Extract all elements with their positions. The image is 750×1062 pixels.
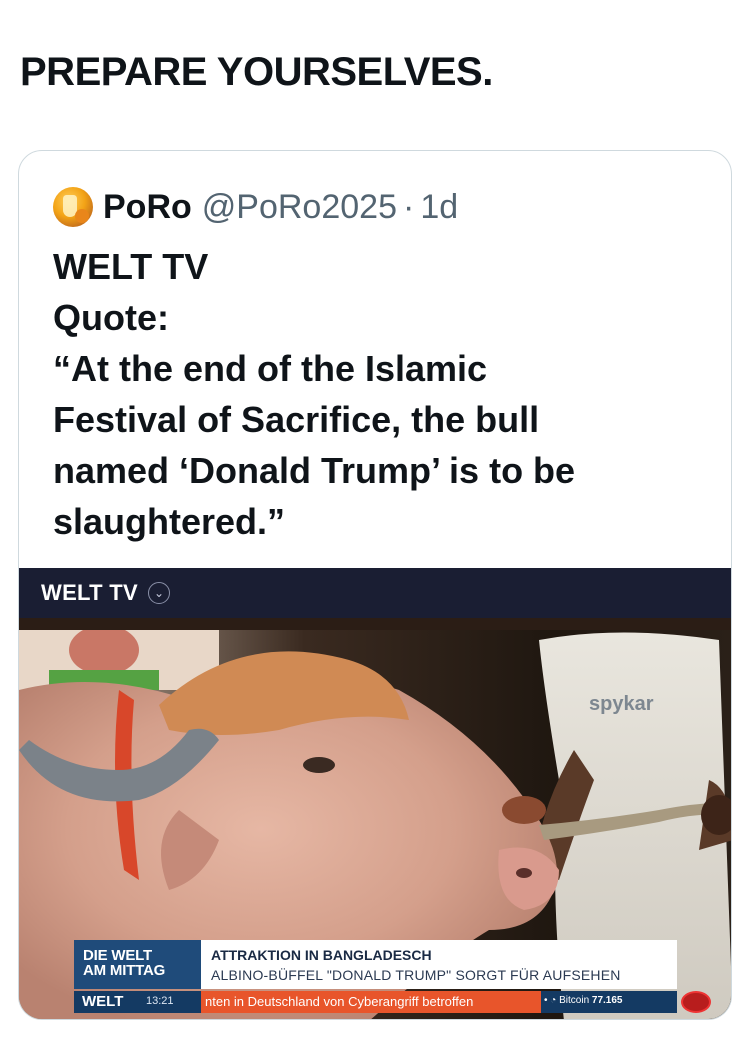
- user-handle[interactable]: @PoRo2025: [202, 188, 397, 227]
- welt-tv-bar: WELT TV ⌄: [19, 568, 731, 618]
- separator-dot: ·: [402, 187, 415, 226]
- post-text: PREPARE YOURSELVES.: [20, 50, 493, 94]
- live-record-icon: [681, 991, 711, 1013]
- user-avatar[interactable]: [53, 187, 93, 227]
- news-crawl: nten in Deutschland von Cyberangriff bet…: [201, 991, 541, 1013]
- post-time[interactable]: 1d: [420, 188, 458, 227]
- quoted-line: “At the end of the Islamic: [53, 348, 488, 389]
- news-ticker: DIE WELT AM MITTAG ATTRAKTION IN BANGLAD…: [74, 940, 677, 1013]
- show-name-line1: DIE WELT: [83, 947, 152, 964]
- bitcoin-value: 77.165: [591, 995, 623, 1006]
- ticker-subheadline: ALBINO-BÜFFEL "DONALD TRUMP" SORGT FÜR A…: [211, 967, 621, 983]
- welt-tv-logo: WELT TV: [41, 580, 139, 605]
- ticker-headline: ATTRAKTION IN BANGLADESCH: [211, 947, 432, 963]
- media-image[interactable]: WELT TV ⌄ spykar DIE WELT AM MITTAG ATTR…: [19, 568, 731, 1019]
- shirt-logo: spykar: [589, 693, 654, 715]
- quoted-line: slaughtered.”: [53, 501, 286, 542]
- quoted-post-card[interactable]: PoRo @PoRo2025 · 1d WELT TV Quote: “At t…: [18, 150, 732, 1020]
- ticker-clock: 13:21: [146, 995, 174, 1007]
- display-name[interactable]: PoRo: [103, 188, 192, 227]
- quoted-line: Festival of Sacrifice, the bull: [53, 399, 540, 440]
- quoted-post-text: WELT TV Quote: “At the end of the Islami…: [53, 241, 703, 547]
- show-name-box: DIE WELT AM MITTAG: [74, 940, 201, 989]
- quoted-line: WELT TV: [53, 246, 209, 287]
- chevron-down-icon[interactable]: ⌄: [148, 582, 171, 604]
- bitcoin-label: Bitcoin: [559, 995, 590, 1006]
- quoted-post-header: PoRo @PoRo2025 · 1d: [53, 185, 458, 229]
- quoted-line: named ‘Donald Trump’ is to be: [53, 450, 576, 491]
- quoted-line: Quote:: [53, 297, 169, 338]
- bitcoin-ticker: • ◔ Bitcoin 77.165: [544, 995, 623, 1006]
- headline-box: ATTRAKTION IN BANGLADESCH ALBINO-BÜFFEL …: [201, 940, 677, 989]
- show-name-line2: AM MITTAG: [83, 962, 166, 979]
- ticker-bottom-bar: WELT 13:21 nten in Deutschland von Cyber…: [74, 991, 677, 1013]
- welt-brand-logo: WELT: [82, 993, 124, 1010]
